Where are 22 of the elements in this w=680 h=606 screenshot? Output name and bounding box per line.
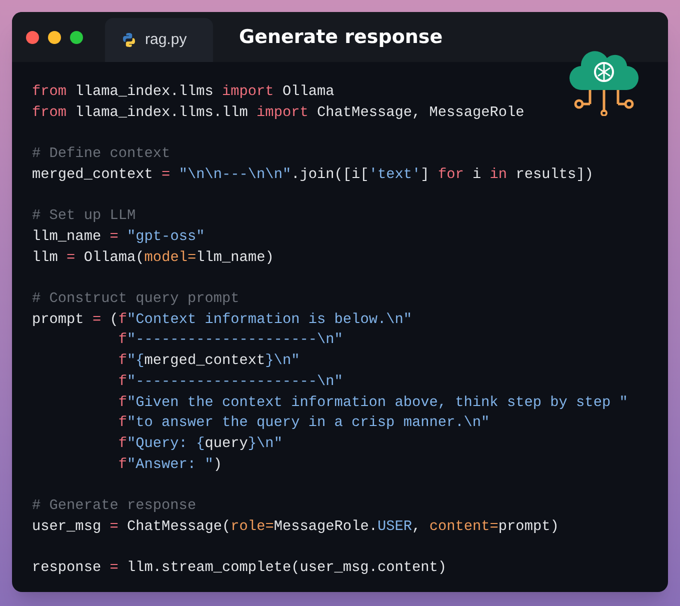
code-line: f"to answer the query in a crisp manner.\n" — [118, 414, 490, 434]
code-line: # Set up LLM — [32, 207, 136, 226]
code-line: # Define context — [32, 145, 170, 164]
code-line: f"Answer: ") — [118, 456, 222, 475]
code-line: response = llm.stream_complete(user_msg.content) — [32, 559, 447, 578]
python-icon — [121, 32, 137, 48]
code-line: # Generate response — [32, 497, 196, 516]
code-line: from llama_index.llms.llm import ChatMessage, MessageRole — [32, 104, 524, 123]
code-line: llm_name = "gpt-oss" — [32, 228, 205, 247]
file-tab[interactable]: rag.py — [105, 18, 213, 62]
window-title: Generate response — [239, 24, 443, 50]
code-line: f"Given the context information above, think step by step " — [118, 394, 628, 412]
code-line: # Construct query prompt — [32, 290, 240, 309]
code-line: user_msg = ChatMessage(role=MessageRole.USER, content=prompt) — [32, 518, 559, 537]
code-line: f"{merged_context}\n" — [118, 352, 300, 372]
code-line: prompt = (f"Context information is below.\n" — [32, 310, 412, 330]
code-line: f"Query: {query}\n" — [118, 434, 282, 454]
code-line: from llama_index.llms import Ollama — [32, 83, 334, 102]
code-line: llm = Ollama(model=llm_name) — [32, 248, 274, 268]
code-line: f"---------------------\n" — [118, 372, 343, 392]
code-line: merged_context = "\n\n---\n\n".join([i['text'] for i in results]) — [32, 166, 594, 185]
code-line: f"---------------------\n" — [118, 331, 343, 350]
